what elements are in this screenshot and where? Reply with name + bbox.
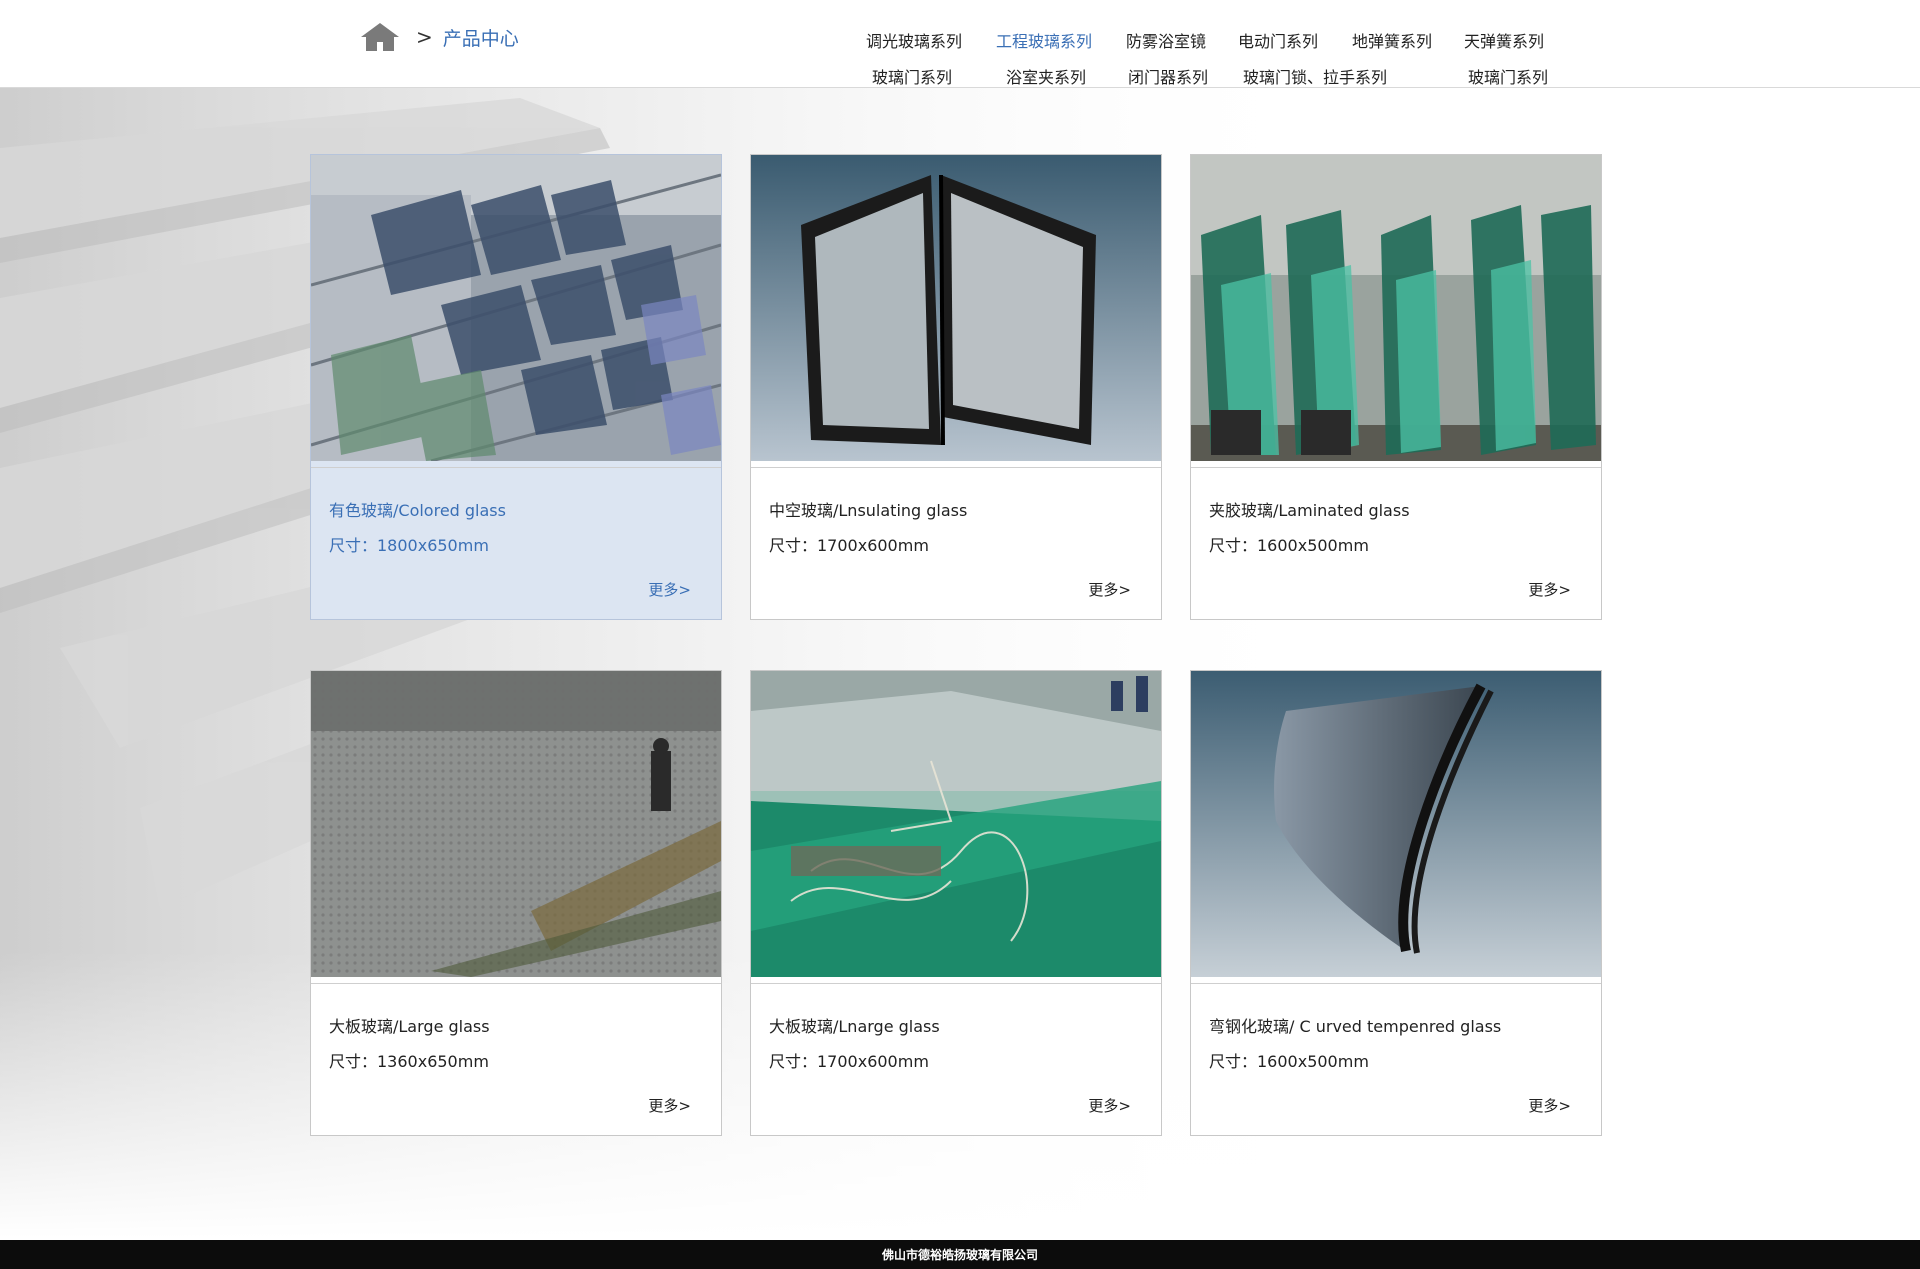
product-size: 尺寸：1700x600mm — [769, 1052, 929, 1071]
more-link[interactable]: 更多> — [1528, 579, 1571, 600]
product-name[interactable]: 大板玻璃/Large glass — [329, 1013, 490, 1037]
product-size: 尺寸：1600x500mm — [1209, 1052, 1369, 1071]
nav-item-top-spring[interactable]: 天弹簧系列 — [1464, 28, 1544, 52]
site-header: > 产品中心 调光玻璃系列 工程玻璃系列 防雾浴室镜 电动门系列 地弹簧系列 天… — [0, 0, 1920, 88]
product-name[interactable]: 有色玻璃/Colored glass — [329, 497, 506, 521]
card-divider — [1191, 467, 1601, 468]
product-card[interactable]: 大板玻璃/Large glass 尺寸：1360x650mm 更多> — [310, 670, 722, 1136]
colored-glass-photo[interactable] — [311, 155, 721, 461]
nav-item-dimming-glass[interactable]: 调光玻璃系列 — [866, 28, 962, 52]
product-card[interactable]: 夹胶玻璃/Laminated glass 尺寸：1600x500mm 更多> — [1190, 154, 1602, 620]
product-name[interactable]: 弯钢化玻璃/ C urved tempenred glass — [1209, 1013, 1501, 1037]
nav-item-glass-door-2[interactable]: 玻璃门系列 — [1468, 64, 1548, 88]
nav-item-glass-door[interactable]: 玻璃门系列 — [872, 64, 952, 88]
laminated-glass-photo[interactable] — [1191, 155, 1601, 461]
large-glass-photo[interactable] — [311, 671, 721, 977]
more-link[interactable]: 更多> — [1088, 1095, 1131, 1116]
product-card[interactable]: 大板玻璃/Lnarge glass 尺寸：1700x600mm 更多> — [750, 670, 1162, 1136]
card-divider — [311, 983, 721, 984]
more-link[interactable]: 更多> — [648, 1095, 691, 1116]
card-divider — [1191, 983, 1601, 984]
card-divider — [751, 983, 1161, 984]
product-card[interactable]: 弯钢化玻璃/ C urved tempenred glass 尺寸：1600x5… — [1190, 670, 1602, 1136]
nav-item-engineering-glass[interactable]: 工程玻璃系列 — [996, 28, 1092, 52]
nav-item-anti-fog-mirror[interactable]: 防雾浴室镜 — [1126, 28, 1206, 52]
footer-company-name: 佛山市德裕皓扬玻璃有限公司 — [881, 1248, 1038, 1262]
curved-glass-photo[interactable] — [1191, 671, 1601, 977]
nav-item-bathroom-clamp[interactable]: 浴室夹系列 — [1006, 64, 1086, 88]
more-link[interactable]: 更多> — [1528, 1095, 1571, 1116]
product-name[interactable]: 中空玻璃/Lnsulating glass — [769, 497, 967, 521]
product-name[interactable]: 大板玻璃/Lnarge glass — [769, 1013, 940, 1037]
product-category-nav: 调光玻璃系列 工程玻璃系列 防雾浴室镜 电动门系列 地弹簧系列 天弹簧系列 玻璃… — [0, 0, 1920, 87]
product-size: 尺寸：1800x650mm — [329, 536, 489, 555]
nav-item-floor-spring[interactable]: 地弹簧系列 — [1352, 28, 1432, 52]
card-divider — [751, 467, 1161, 468]
more-link[interactable]: 更多> — [648, 579, 691, 600]
product-card[interactable]: 中空玻璃/Lnsulating glass 尺寸：1700x600mm 更多> — [750, 154, 1162, 620]
product-name[interactable]: 夹胶玻璃/Laminated glass — [1209, 497, 1410, 521]
more-link[interactable]: 更多> — [1088, 579, 1131, 600]
nav-item-electric-door[interactable]: 电动门系列 — [1238, 28, 1318, 52]
product-size: 尺寸：1700x600mm — [769, 536, 929, 555]
nav-item-door-lock-handle[interactable]: 玻璃门锁、拉手系列 — [1243, 64, 1387, 88]
large-glass-production-photo[interactable] — [751, 671, 1161, 977]
product-grid: 有色玻璃/Colored glass 尺寸：1800x650mm 更多> 中空玻… — [310, 154, 1604, 1136]
site-footer: 佛山市德裕皓扬玻璃有限公司 — [0, 1240, 1920, 1269]
card-divider — [311, 467, 721, 468]
insulating-glass-photo[interactable] — [751, 155, 1161, 461]
product-size: 尺寸：1600x500mm — [1209, 536, 1369, 555]
nav-item-door-closer[interactable]: 闭门器系列 — [1128, 64, 1208, 88]
product-size: 尺寸：1360x650mm — [329, 1052, 489, 1071]
product-card[interactable]: 有色玻璃/Colored glass 尺寸：1800x650mm 更多> — [310, 154, 722, 620]
